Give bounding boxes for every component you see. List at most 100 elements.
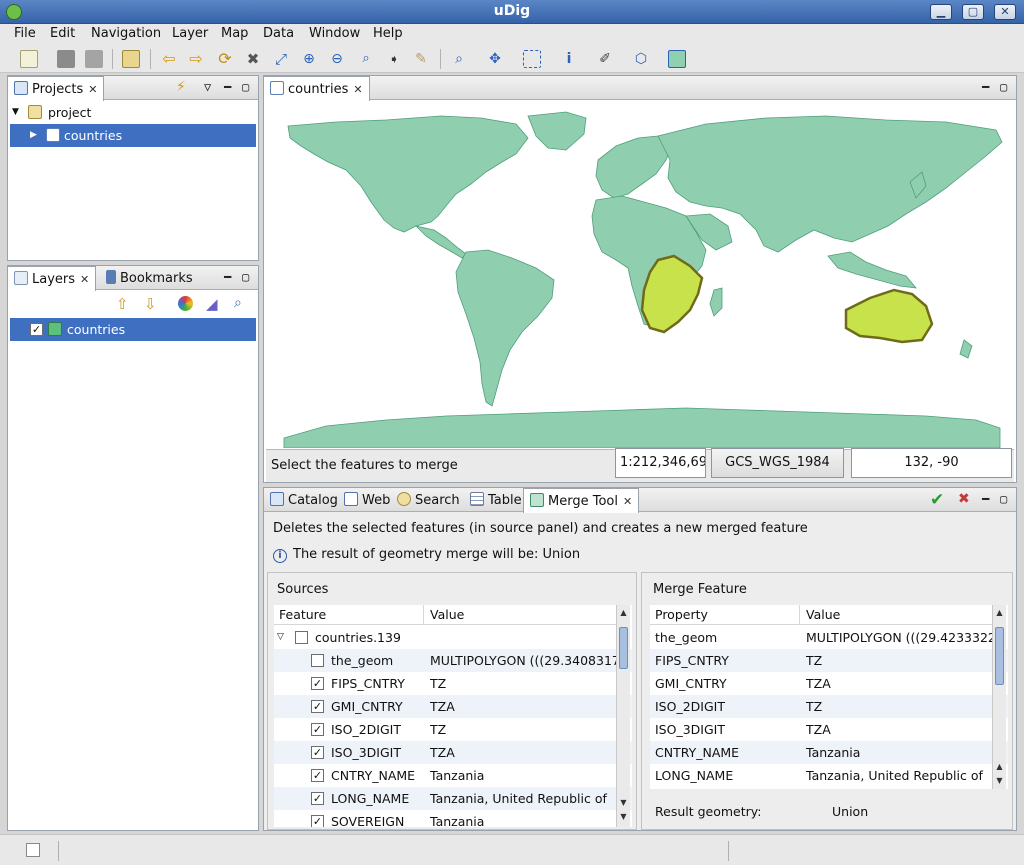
source-attr-checkbox[interactable]: ✓ xyxy=(311,700,324,713)
forward-icon[interactable]: ⇨ xyxy=(187,50,205,68)
source-row[interactable]: ✓ CNTRY_NAME Tanzania xyxy=(274,764,632,787)
new-icon[interactable] xyxy=(20,50,38,68)
sources-scrollbar[interactable]: ▲ ▼ ▼ xyxy=(616,605,630,827)
minimize-button[interactable]: ▁ xyxy=(930,4,952,20)
source-attr-checkbox[interactable]: ✓ xyxy=(311,677,324,690)
menu-layer[interactable]: Layer xyxy=(172,26,208,41)
source-attr-checkbox[interactable]: ✓ xyxy=(311,746,324,759)
collapse-arrow-icon[interactable]: ▶ xyxy=(30,124,37,147)
merge-row[interactable]: ISO_2DIGIT TZ xyxy=(650,695,1008,718)
style-icon[interactable]: ◢ xyxy=(206,295,218,313)
save-icon[interactable] xyxy=(57,50,75,68)
zoom-tool-dropdown-icon[interactable]: ⌕ xyxy=(450,50,468,68)
move-layer-up-icon[interactable]: ⇧ xyxy=(116,295,129,313)
tree-item-countries[interactable]: ▶ countries xyxy=(10,124,256,147)
apply-check-icon[interactable]: ✔ xyxy=(930,490,944,510)
value-column-header[interactable]: Value xyxy=(800,605,992,625)
scroll-up-icon[interactable]: ▲ xyxy=(994,607,1005,619)
pan-tool-dropdown-icon[interactable]: ✥ xyxy=(486,50,504,68)
menu-window[interactable]: Window xyxy=(309,26,360,41)
scroll-thumb[interactable] xyxy=(995,627,1004,685)
tab-layers[interactable]: Layers ✕ xyxy=(7,266,97,291)
minimize-view-icon[interactable]: ━ xyxy=(224,80,231,94)
merge-row[interactable]: LONG_NAME Tanzania, United Republic of xyxy=(650,764,1008,787)
source-attr-checkbox[interactable] xyxy=(311,654,324,667)
scroll-down-icon[interactable]: ▼ xyxy=(994,775,1005,787)
tab-merge-tool[interactable]: Merge Tool ✕ xyxy=(523,488,640,513)
cancel-x-icon[interactable]: ✖ xyxy=(958,491,970,507)
scroll-down-icon[interactable]: ▼ xyxy=(618,797,629,809)
source-attr-checkbox[interactable]: ✓ xyxy=(311,769,324,782)
tab-search[interactable]: Search xyxy=(391,488,466,512)
map-canvas[interactable] xyxy=(266,102,1014,449)
zoom-selection-icon[interactable]: ⌕ xyxy=(357,50,375,68)
source-row[interactable]: ✓ SOVEREIGN Tanzania xyxy=(274,810,632,827)
link-icon[interactable]: ⚡ xyxy=(176,79,186,95)
close-tab-icon[interactable]: ✕ xyxy=(80,273,89,286)
select-tool-dropdown-icon[interactable] xyxy=(523,50,541,68)
source-group-row[interactable]: ▽ countries.139 xyxy=(274,626,632,649)
menu-file[interactable]: File xyxy=(14,26,36,41)
feature-tool-dropdown-icon[interactable]: ⬡ xyxy=(632,50,650,68)
tab-projects[interactable]: Projects ✕ xyxy=(7,76,105,101)
scale-field[interactable]: 1:212,346,69 xyxy=(615,448,706,478)
source-row[interactable]: ✓ LONG_NAME Tanzania, United Republic of xyxy=(274,787,632,810)
refresh-icon[interactable]: ⟳ xyxy=(216,50,234,68)
maximize-view-icon[interactable]: ▢ xyxy=(1000,80,1007,94)
next-icon[interactable]: ➧ xyxy=(385,50,403,68)
stop-icon[interactable]: ✖ xyxy=(244,50,262,68)
close-tab-icon[interactable]: ✕ xyxy=(623,495,632,508)
scroll-down-icon[interactable]: ▼ xyxy=(618,811,629,823)
menu-navigation[interactable]: Navigation xyxy=(91,26,161,41)
properties-icon[interactable] xyxy=(122,50,140,68)
maximize-button[interactable]: ▢ xyxy=(962,4,984,20)
source-attr-checkbox[interactable]: ✓ xyxy=(311,792,324,805)
scroll-thumb[interactable] xyxy=(619,627,628,669)
eraser-icon[interactable]: ✎ xyxy=(412,50,430,68)
minimize-view-icon[interactable]: ━ xyxy=(982,80,989,94)
source-row[interactable]: ✓ ISO_2DIGIT TZ xyxy=(274,718,632,741)
source-row[interactable]: ✓ GMI_CNTRY TZA xyxy=(274,695,632,718)
back-icon[interactable]: ⇦ xyxy=(160,50,178,68)
minimize-view-icon[interactable]: ━ xyxy=(982,492,989,506)
layer-properties-icon[interactable]: ⌕ xyxy=(234,295,242,311)
color-palette-icon[interactable] xyxy=(178,296,193,311)
menu-help[interactable]: Help xyxy=(373,26,403,41)
merge-scrollbar[interactable]: ▲ ▲ ▼ xyxy=(992,605,1006,789)
zoom-extent-icon[interactable]: ⤢ xyxy=(272,50,290,68)
tab-table[interactable]: Table xyxy=(464,488,528,512)
maximize-view-icon[interactable]: ▢ xyxy=(242,270,249,284)
layer-visibility-checkbox[interactable]: ✓ xyxy=(30,323,43,336)
view-menu-icon[interactable]: ▽ xyxy=(204,80,211,94)
minimize-view-icon[interactable]: ━ xyxy=(224,270,231,284)
close-tab-icon[interactable]: ✕ xyxy=(353,83,362,96)
menu-data[interactable]: Data xyxy=(263,26,294,41)
layer-item-countries[interactable]: ✓ countries xyxy=(10,318,256,341)
merge-row[interactable]: ISO_3DIGIT TZA xyxy=(650,718,1008,741)
maximize-view-icon[interactable]: ▢ xyxy=(242,80,249,94)
source-attr-checkbox[interactable]: ✓ xyxy=(311,815,324,827)
property-column-header[interactable]: Property xyxy=(650,605,800,625)
merge-row[interactable]: the_geom MULTIPOLYGON (((29.4233322 xyxy=(650,626,1008,649)
menu-edit[interactable]: Edit xyxy=(50,26,75,41)
move-layer-down-icon[interactable]: ⇩ xyxy=(144,295,157,313)
save-all-icon[interactable] xyxy=(85,50,103,68)
close-button[interactable]: ✕ xyxy=(994,4,1016,20)
info-tool-dropdown-icon[interactable]: i xyxy=(560,50,578,68)
expand-arrow-icon[interactable]: ▽ xyxy=(277,626,284,649)
merge-row[interactable]: GMI_CNTRY TZA xyxy=(650,672,1008,695)
tab-map-countries[interactable]: countries ✕ xyxy=(263,76,370,101)
edit-tool-dropdown-icon[interactable]: ✐ xyxy=(596,50,614,68)
map-tool-dropdown-icon[interactable] xyxy=(668,50,686,68)
scroll-up-icon[interactable]: ▲ xyxy=(994,761,1005,773)
source-row[interactable]: ✓ FIPS_CNTRY TZ xyxy=(274,672,632,695)
source-attr-checkbox[interactable]: ✓ xyxy=(311,723,324,736)
tab-catalog[interactable]: Catalog xyxy=(264,488,344,512)
scroll-up-icon[interactable]: ▲ xyxy=(618,607,629,619)
group-checkbox[interactable] xyxy=(295,631,308,644)
close-tab-icon[interactable]: ✕ xyxy=(88,83,97,96)
expand-arrow-icon[interactable]: ▼ xyxy=(12,101,19,124)
zoom-out-icon[interactable]: ⊖ xyxy=(328,50,346,68)
source-row[interactable]: ✓ ISO_3DIGIT TZA xyxy=(274,741,632,764)
zoom-in-icon[interactable]: ⊕ xyxy=(300,50,318,68)
